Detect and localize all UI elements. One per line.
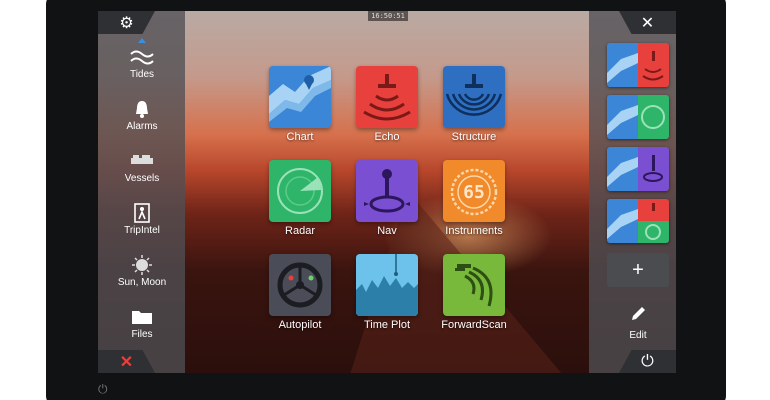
sun-moon-icon <box>112 253 172 277</box>
app-forwardscan[interactable]: ForwardScan <box>429 254 519 338</box>
sidebar-item-sun-moon[interactable]: Sun, Moon <box>112 253 172 297</box>
power-icon: ⏻ <box>641 352 654 370</box>
app-echo[interactable]: Echo <box>342 66 432 150</box>
sidebar-item-label: Tides <box>129 69 155 80</box>
app-label: Nav <box>377 225 397 237</box>
app-structure[interactable]: Structure <box>429 66 519 150</box>
tides-icon <box>112 45 172 69</box>
close-button[interactable]: ✕ <box>619 11 676 34</box>
app-radar[interactable]: Radar <box>255 160 345 244</box>
favorite-chart-nav[interactable] <box>607 147 669 191</box>
app-label: Autopilot <box>278 319 322 331</box>
sidebar-item-tides[interactable]: Tides <box>112 45 172 89</box>
gear-icon: ⚙ <box>119 14 134 32</box>
add-favorite-button[interactable]: + <box>607 253 669 287</box>
app-instruments[interactable]: 65 Instruments <box>429 160 519 244</box>
settings-button[interactable]: ⚙ <box>98 11 155 34</box>
favorite-chart-echo[interactable] <box>607 43 669 87</box>
close-icon: ✕ <box>640 14 655 32</box>
autopilot-icon <box>269 254 331 316</box>
app-nav[interactable]: Nav <box>342 160 432 244</box>
gauge-value: 65 <box>463 182 485 203</box>
sidebar-item-vessels[interactable]: Vessels <box>112 149 172 193</box>
favorite-chart-echo-radar[interactable] <box>607 199 669 243</box>
pencil-icon <box>613 305 663 328</box>
scroll-up-icon[interactable] <box>138 38 146 43</box>
sidebar-item-label: Alarms <box>126 121 158 132</box>
nav-icon <box>356 160 418 222</box>
hardware-power-icon[interactable]: ⏻ <box>98 383 110 395</box>
app-chart[interactable]: Chart <box>255 66 345 150</box>
app-label: Instruments <box>445 225 503 237</box>
alarm-bell-icon <box>112 97 172 121</box>
instruments-icon: 65 <box>443 160 505 222</box>
forwardscan-icon <box>443 254 505 316</box>
app-label: Time Plot <box>363 319 411 331</box>
sidebar-item-label: Sun, Moon <box>117 277 167 288</box>
sidebar-item-label: TripIntel <box>124 225 160 236</box>
status-clock: 16:50:51 <box>368 11 408 21</box>
app-time-plot[interactable]: Time Plot <box>342 254 432 338</box>
app-label: Chart <box>286 131 314 143</box>
edit-label: Edit <box>629 330 647 341</box>
folder-icon <box>112 305 172 329</box>
right-sidebar: ✕ + Edit ⏻ <box>589 11 676 373</box>
vessels-icon <box>112 149 172 173</box>
edit-button[interactable]: Edit <box>613 305 663 341</box>
tripintel-icon <box>112 201 172 225</box>
favorite-chart-radar[interactable] <box>607 95 669 139</box>
app-label: Radar <box>285 225 315 237</box>
structure-icon <box>443 66 505 128</box>
sidebar-item-label: Vessels <box>124 173 160 184</box>
left-sidebar: ⚙ Tides Alarms Vessels TripIntel Sun, Mo… <box>98 11 185 373</box>
sidebar-item-label: Files <box>131 329 153 340</box>
app-label: Structure <box>451 131 497 143</box>
app-autopilot[interactable]: Autopilot <box>255 254 345 338</box>
echo-icon <box>356 66 418 128</box>
man-overboard-button[interactable]: ✕ <box>98 350 155 373</box>
app-label: Echo <box>374 131 400 143</box>
man-overboard-icon: ✕ <box>119 353 134 371</box>
sidebar-item-alarms[interactable]: Alarms <box>112 97 172 141</box>
app-label: ForwardScan <box>441 319 507 331</box>
chart-icon <box>269 66 331 128</box>
home-screen: 16:50:51 ⚙ Tides Alarms Vessels TripInte… <box>98 11 676 373</box>
radar-icon <box>269 160 331 222</box>
time-plot-icon <box>356 254 418 316</box>
sidebar-item-files[interactable]: Files <box>112 305 172 349</box>
power-button[interactable]: ⏻ <box>619 350 676 373</box>
sidebar-item-tripintel[interactable]: TripIntel <box>112 201 172 245</box>
